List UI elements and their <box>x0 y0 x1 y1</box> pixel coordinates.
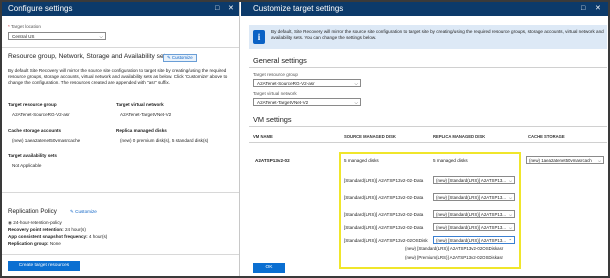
dropdown-option[interactable]: (new) [Premium(LRS)] A2ATSP13v2-02OSDisk… <box>405 255 503 261</box>
vm-name: A2ATSP13v2-02 <box>255 158 290 163</box>
source-disk-3: [Standard(LRS)] A2ATSP13v2-02-Data <box>344 212 424 217</box>
target-vnet-select[interactable]: A2ATenet-TargetVNet-V2 ⌵ <box>253 98 361 106</box>
availability-sets-value: Not Applicable <box>12 163 42 168</box>
general-settings-title: General settings <box>253 56 307 65</box>
chevron-down-icon: ⌵ <box>508 178 512 183</box>
source-disk-5: [Standard(LRS)] A2ATSP13v2-02OSDisk <box>344 238 428 243</box>
chevron-down-icon: ⌵ <box>508 225 512 230</box>
replica-disks-label: Replica managed disks <box>116 128 167 133</box>
target-rg-label: Target resource group <box>8 102 57 107</box>
replica-disk-select-5[interactable]: (new) [Standard(LRS)] A2ATSP13... ⌃ <box>433 236 515 244</box>
replication-policy-title: Replication Policy <box>8 208 57 215</box>
vm-settings-title: VM settings <box>253 115 292 124</box>
blade-header: Configure settings □ ✕ <box>2 2 239 16</box>
column-header-source-disk: SOURCE MANAGED DISK <box>344 134 396 139</box>
replica-disk-select-1[interactable]: (new) [Standard(LRS)] A2ATSP13... ⌵ <box>433 176 515 184</box>
maximize-icon[interactable]: □ <box>581 2 585 16</box>
cache-storage-label: Cache storage accounts <box>8 128 62 133</box>
divider <box>2 254 239 255</box>
info-banner: i By default, Site Recovery will mirror … <box>249 25 607 49</box>
maximize-icon[interactable]: □ <box>215 2 219 16</box>
info-icon: i <box>253 30 265 44</box>
chevron-down-icon: ⌵ <box>597 158 601 163</box>
target-vnet-label: Target virtual network <box>116 102 164 107</box>
replica-summary: 5 managed disks <box>433 158 468 163</box>
target-location-label: * Target location <box>8 24 41 29</box>
description-text: By default Site Recovery will mirror the… <box>8 68 228 85</box>
target-rg-value: A2ATenet-SourceRG-V2-asr <box>12 112 70 117</box>
divider <box>2 192 239 193</box>
right-target-rg-label: Target resource group <box>253 72 298 77</box>
divider <box>2 47 239 48</box>
create-target-resources-button[interactable]: Create target resources <box>8 261 80 271</box>
replica-disk-select-2[interactable]: (new) [Standard(LRS)] A2ATSP13... ⌵ <box>433 193 515 201</box>
target-location-select[interactable]: Central US ⌵ <box>8 32 106 40</box>
recovery-point-row: Recovery point retention: 24 hour(s) <box>8 227 86 232</box>
chevron-down-icon: ⌵ <box>508 195 512 200</box>
replication-customize-link[interactable]: ✎ Customize <box>70 209 97 215</box>
source-disk-2: [Standard(LRS)] A2ATSP13v2-02-Data <box>344 195 424 200</box>
chevron-down-icon: ⌵ <box>508 212 512 217</box>
chevron-down-icon: ⌵ <box>354 100 358 105</box>
close-icon[interactable]: ✕ <box>228 2 234 16</box>
app-snapshot-row: App consistent snapshot frequency: 4 hou… <box>8 234 108 239</box>
column-header-cache-storage: CACHE STORAGE <box>528 134 565 139</box>
replica-disk-select-3[interactable]: (new) [Standard(LRS)] A2ATSP13... ⌵ <box>433 210 515 218</box>
chevron-down-icon: ⌵ <box>99 34 103 39</box>
blade-title: Customize target settings <box>253 4 344 13</box>
dropdown-option[interactable]: (new) [Standard(LRS)] A2ATSP13v2-02OSDis… <box>405 246 503 252</box>
divider <box>249 126 607 127</box>
banner-text: By default, Site Recovery will mirror th… <box>271 29 604 40</box>
section-title: Resource group, Network, Storage and Ava… <box>8 53 169 60</box>
replication-group-row: Replication group: None <box>8 241 61 246</box>
target-rg-select[interactable]: A2ATenet-SourceRG-V2-asr ⌵ <box>253 79 361 87</box>
divider <box>249 67 607 68</box>
blade-header: Customize target settings □ ✕ <box>241 2 608 16</box>
column-header-replica-disk: REPLICA MANAGED DISK <box>433 134 486 139</box>
blade-title: Configure settings <box>8 4 73 13</box>
cache-storage-value: (new) 1aea2atenet50vmasrcache <box>12 138 81 143</box>
configure-settings-blade: Configure settings □ ✕ * Target location… <box>2 2 240 276</box>
target-vnet-value: A2ATenet-TargetVNet-V2 <box>120 112 172 117</box>
column-header-vm-name: VM NAME <box>253 134 273 139</box>
ok-button[interactable]: OK <box>253 263 285 273</box>
availability-sets-label: Target availability sets <box>8 153 57 158</box>
source-disk-4: [Standard(LRS)] A2ATSP13v2-02-Data <box>344 225 424 230</box>
source-summary: 5 managed disks <box>344 158 379 163</box>
replica-disks-value: (new) 0 premium disk(s), 5 standard disk… <box>120 138 209 143</box>
customize-button[interactable]: ✎ Customize <box>163 54 197 62</box>
source-disk-1: [Standard(LRS)] A2ATSP13v2-02-Data <box>344 178 424 183</box>
close-icon[interactable]: ✕ <box>595 2 601 16</box>
chevron-up-icon: ⌃ <box>508 238 512 243</box>
policy-name: ◉ 24-hour-retention-policy <box>8 220 62 225</box>
cache-storage-select[interactable]: (new) 1aea2atenet50vmasrcach ⌵ <box>526 156 604 164</box>
divider <box>249 142 607 143</box>
chevron-down-icon: ⌵ <box>354 81 358 86</box>
replica-disk-select-4[interactable]: (new) [Standard(LRS)] A2ATSP13... ⌵ <box>433 223 515 231</box>
customize-target-settings-blade: Customize target settings □ ✕ i By defau… <box>241 2 608 276</box>
right-target-vnet-label: Target virtual network <box>253 91 297 96</box>
